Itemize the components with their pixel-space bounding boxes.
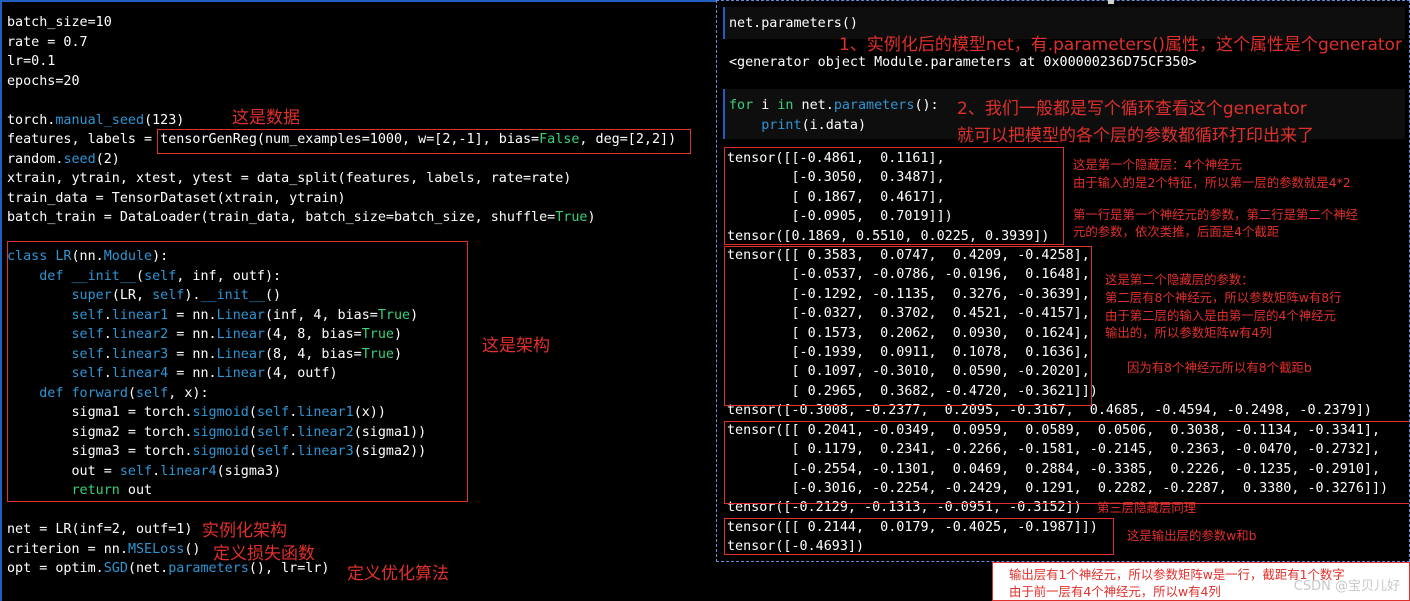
notebook-output-panel[interactable]: net.parameters() <generator object Modul… (716, 0, 1410, 562)
note-layer2-a: 这是第二个隐藏层的参数： (1105, 272, 1254, 287)
note-architecture: 这是架构 (482, 336, 550, 356)
note-layer3: 第三层隐藏层同理 (1097, 500, 1197, 515)
note-layer2-d: 输出的，所以参数矩阵w有4列 (1105, 325, 1272, 340)
code-line: batch_train = DataLoader(train_data, bat… (7, 210, 596, 225)
note-layer1-c: 第一行是第一个神经元的参数，第二行是第二个神经 (1073, 207, 1358, 222)
highlight-class-block (7, 241, 468, 502)
note-layer2-c: 由于第二层的输入是由第一层的4个神经元 (1105, 308, 1336, 323)
box-layer1 (724, 147, 1064, 245)
panel-resize-handle[interactable] (1108, 0, 1114, 4)
code-line: batch_size=10 (7, 15, 112, 30)
code-line: torch.manual_seed(123) (7, 112, 185, 128)
code-line: opt = optim.SGD(net.parameters(), lr=lr) (7, 561, 330, 576)
note-loop-print: 就可以把模型的各个层的参数都循环打印出来了 (957, 126, 1314, 146)
note-bottom-2: 由于前一层有4个神经元，所以w有4列 (1009, 584, 1221, 599)
code-line: epochs=20 (7, 73, 80, 89)
note-layer1-d: 元的参数，依次类推，后面是4个截距 (1073, 224, 1280, 239)
box-output-layer (724, 518, 1114, 555)
box-layer2 (724, 246, 1092, 406)
watermark: CSDN @宝贝儿好 (1293, 579, 1400, 594)
cell-1-output: <generator object Module.parameters at 0… (729, 55, 1197, 70)
note-layer2-e: 因为有8个神经元所以有8个截距b (1127, 360, 1312, 375)
note-parameters-generator: 1、实例化后的模型net，有.parameters()属性，这个属性是个gene… (839, 35, 1402, 55)
highlight-tensorgenreg (157, 129, 691, 154)
note-loss: 定义损失函数 (213, 544, 315, 564)
box-layer3 (724, 421, 1409, 504)
code-line: net = LR(inf=2, outf=1) (7, 522, 193, 537)
note-data: 这是数据 (232, 108, 300, 128)
note-loop-generator: 2、我们一般都是写个循环查看这个generator (957, 99, 1307, 119)
cell-2-code[interactable]: for i in net.parameters(): print(i.data) (729, 96, 939, 135)
note-output-layer: 这是输出层的参数w和b (1127, 528, 1257, 543)
code-line: lr=0.1 (7, 54, 56, 69)
code-line: xtrain, ytrain, xtest, ytest = data_spli… (7, 171, 572, 186)
note-instantiate: 实例化架构 (202, 521, 287, 541)
note-optimizer: 定义优化算法 (347, 564, 449, 584)
note-layer1-a: 这是第一个隐藏层：4个神经元 (1073, 157, 1242, 172)
code-line: train_data = TensorDataset(xtrain, ytrai… (7, 190, 346, 206)
code-line: rate = 0.7 (7, 34, 88, 50)
code-line: criterion = nn.MSELoss() (7, 541, 201, 557)
note-layer2-b: 第二层有8个神经元，所以参数矩阵w有8行 (1105, 290, 1342, 305)
note-layer1-b: 由于输入的是2个特征，所以第一层的参数就是4*2 (1073, 175, 1351, 190)
